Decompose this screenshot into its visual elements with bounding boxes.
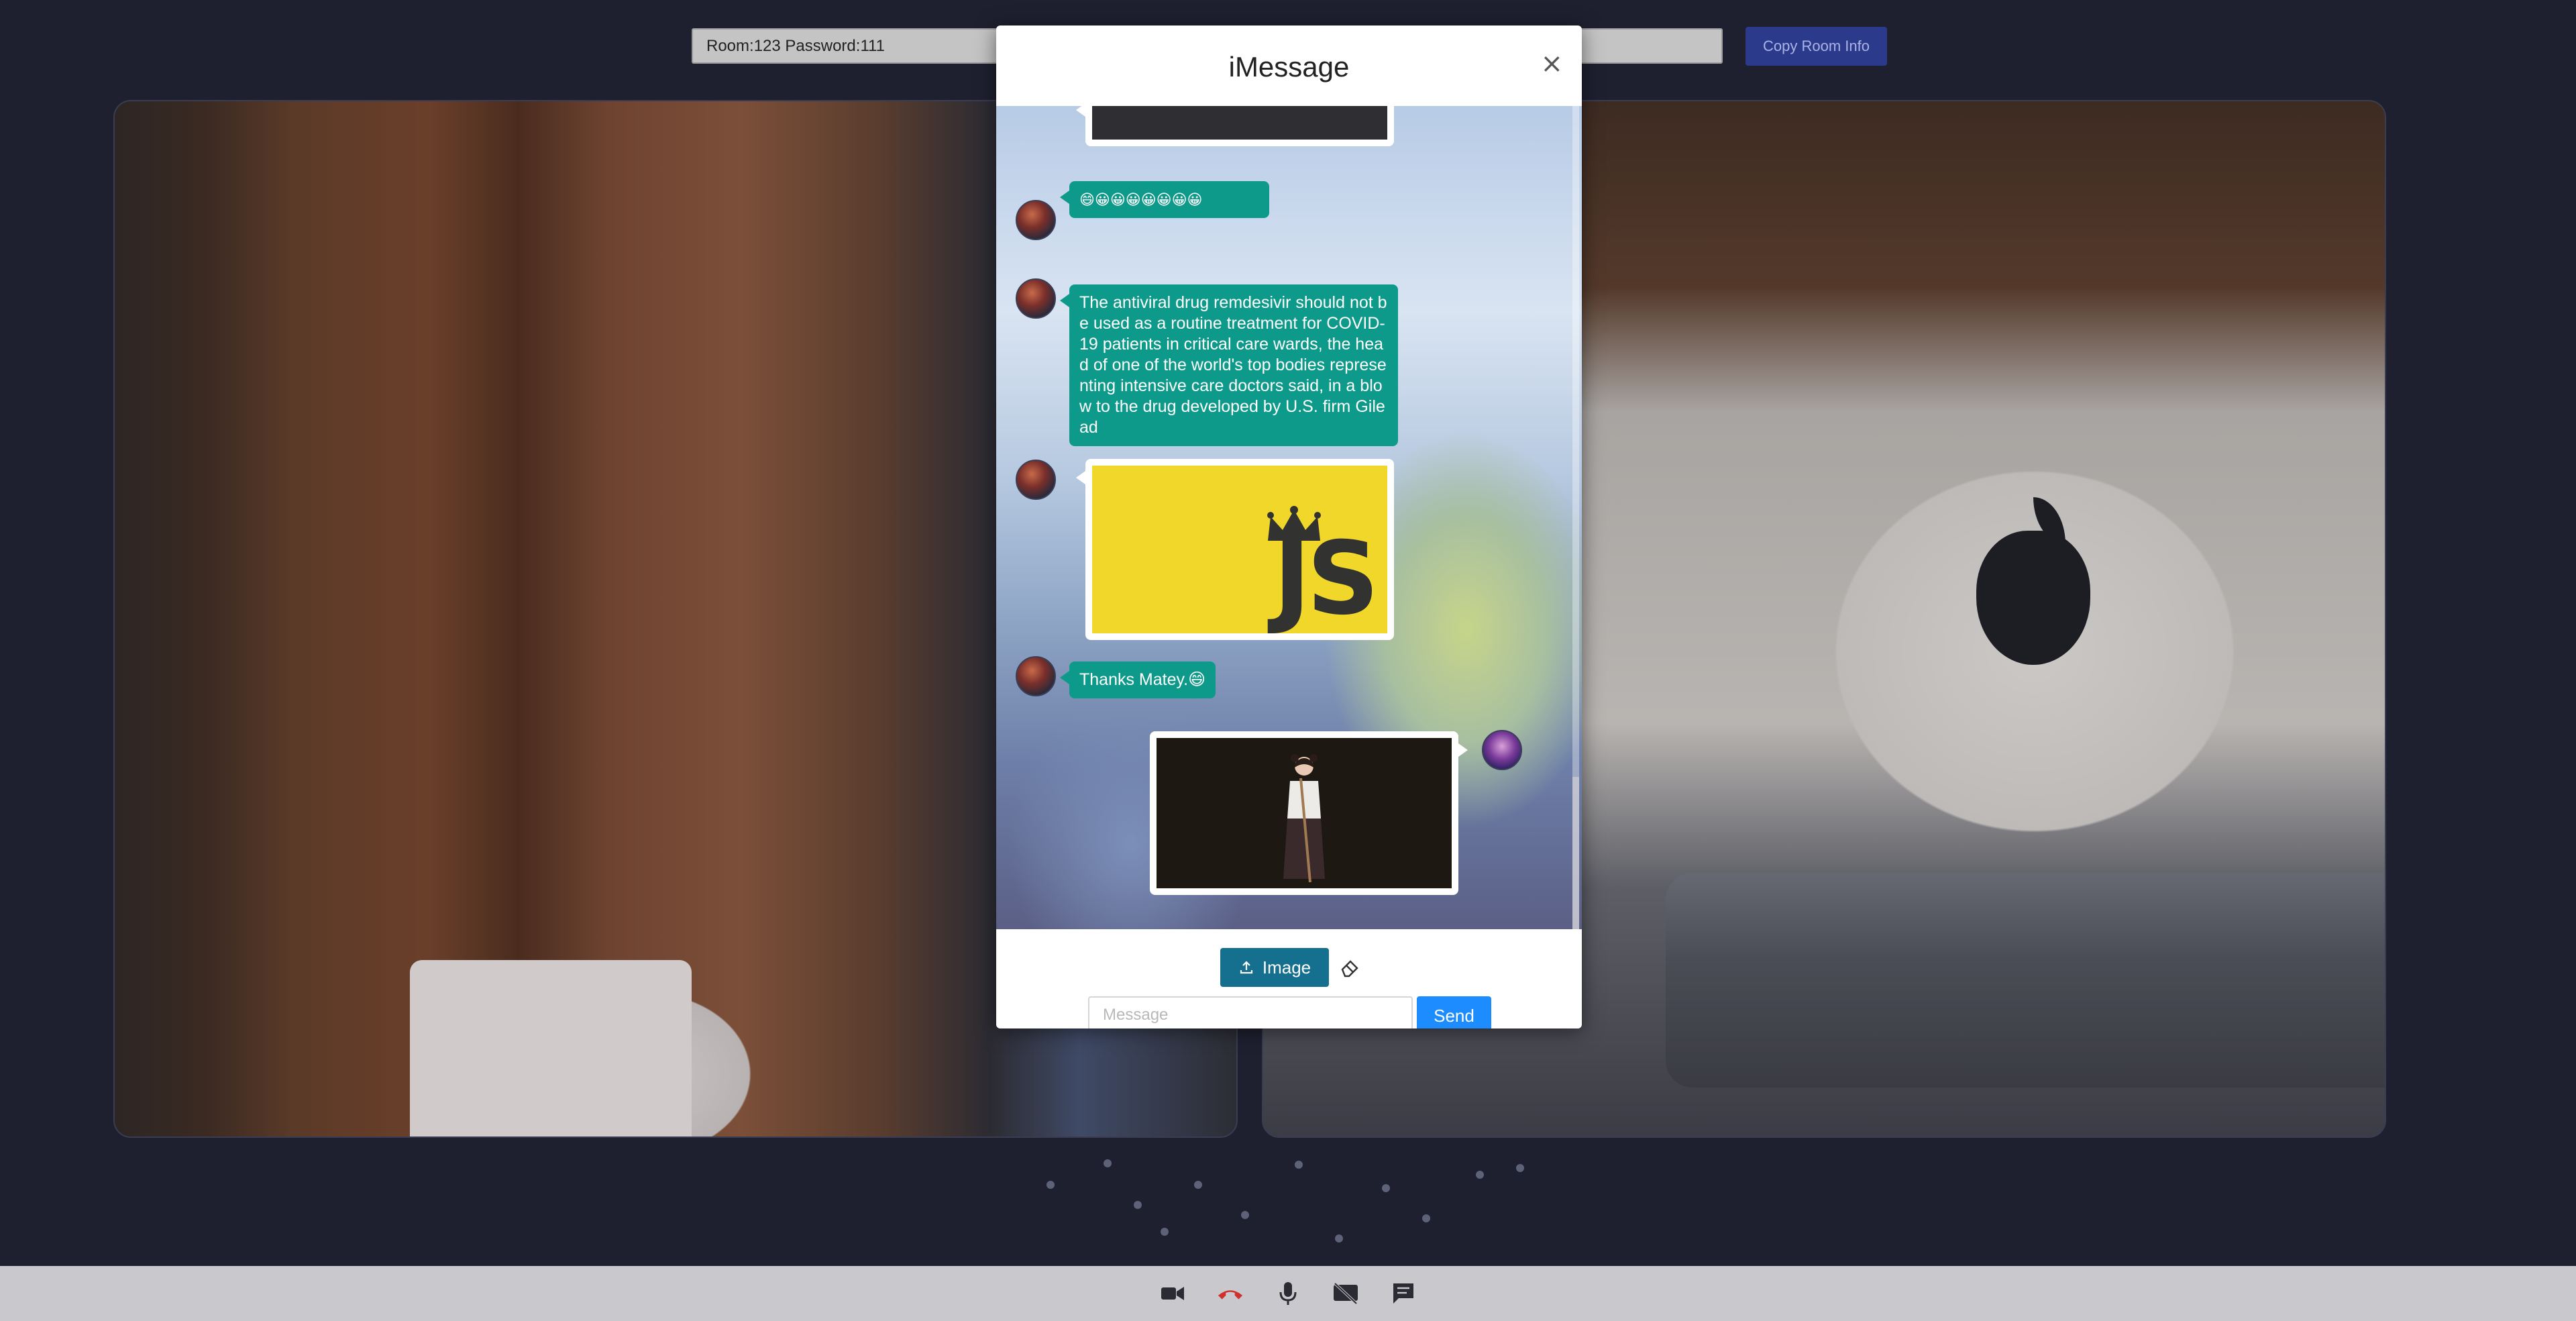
javascript-logo-image: JS — [1092, 466, 1387, 633]
message-bubble: The antiviral drug remdesivir should not… — [1060, 284, 1398, 446]
video-background-laptop — [410, 960, 692, 1137]
chat-icon[interactable] — [1390, 1280, 1417, 1307]
upload-icon — [1240, 961, 1252, 974]
video-background-shelf — [1666, 873, 2385, 1088]
imessage-modal: iMessage × 😄😀😀😀😀😀😀😀 The antiviral drug r… — [996, 25, 1582, 1028]
message-bubble: 😄😀😀😀😀😀😀😀 — [1060, 181, 1269, 218]
dark-image — [1092, 106, 1387, 140]
message-image[interactable]: JS — [1076, 459, 1394, 640]
apple-logo — [1976, 531, 2090, 665]
upload-image-button[interactable]: Image — [1220, 948, 1329, 987]
upload-image-label: Image — [1262, 957, 1311, 977]
character-portrait-image — [1157, 738, 1452, 888]
close-button[interactable]: × — [1540, 48, 1563, 79]
my-avatar — [1482, 730, 1522, 770]
avatar — [1016, 460, 1056, 500]
hang-up-icon[interactable] — [1217, 1280, 1244, 1307]
js-logo-text: JS — [1273, 521, 1379, 637]
message-image[interactable] — [1150, 731, 1468, 895]
copy-room-info-button[interactable]: Copy Room Info — [1746, 27, 1887, 66]
screen-share-off-icon[interactable] — [1332, 1280, 1359, 1307]
clear-chat-button[interactable] — [1337, 955, 1362, 980]
modal-title: iMessage — [1228, 51, 1350, 83]
modal-header: iMessage × — [996, 25, 1582, 106]
call-toolbar — [0, 1266, 2576, 1321]
eraser-icon — [1341, 960, 1358, 977]
video-camera-icon[interactable] — [1159, 1280, 1186, 1307]
message-image[interactable] — [1076, 106, 1394, 146]
chat-scrollbar-thumb[interactable] — [1572, 777, 1579, 929]
message-bubble: Thanks Matey.😄 — [1059, 662, 1216, 698]
avatar — [1016, 200, 1056, 240]
microphone-icon[interactable] — [1275, 1280, 1301, 1307]
chat-message-list[interactable]: 😄😀😀😀😀😀😀😀 The antiviral drug remdesivir s… — [996, 106, 1582, 929]
message-input[interactable] — [1088, 996, 1413, 1028]
avatar — [1016, 656, 1056, 696]
character-figure — [1283, 754, 1325, 882]
send-button[interactable]: Send — [1417, 996, 1491, 1028]
avatar — [1016, 278, 1056, 319]
composer: Image Send — [996, 929, 1582, 1028]
